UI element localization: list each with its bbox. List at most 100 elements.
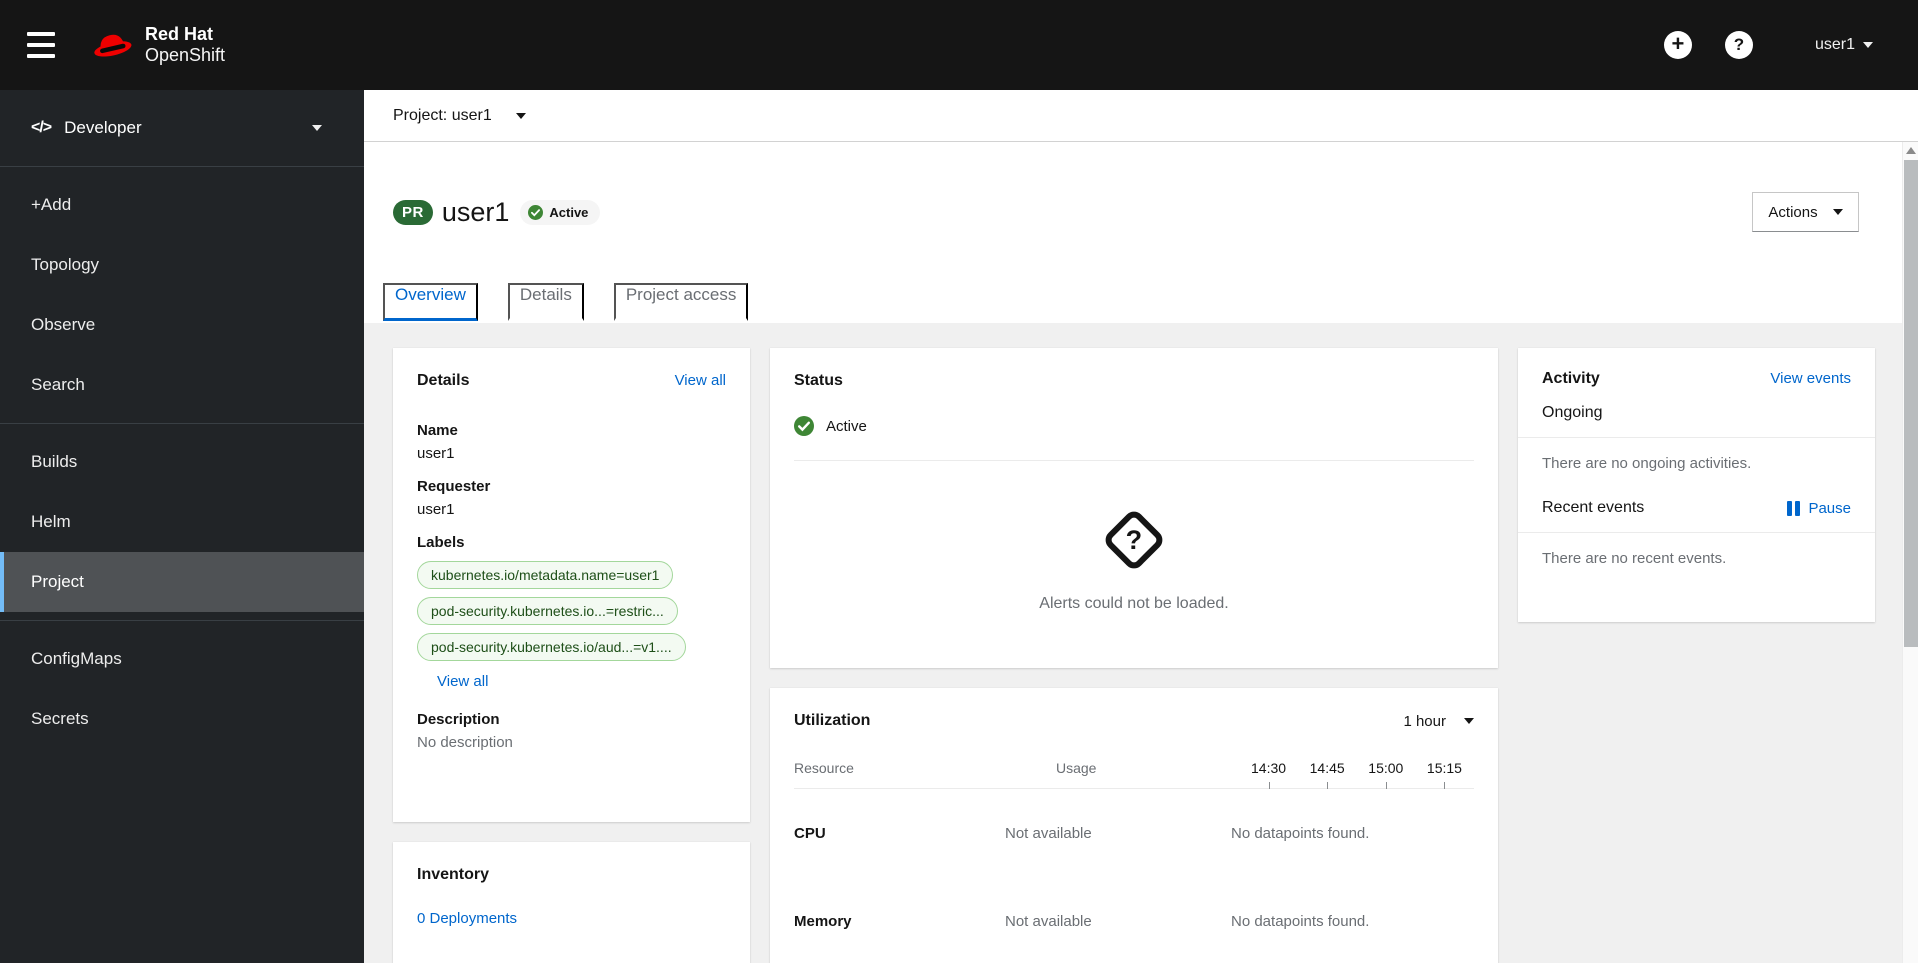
tab-details[interactable]: Details — [507, 283, 584, 321]
resource-chart-message: No datapoints found. — [1231, 912, 1370, 930]
status-card: Status Active ? Alerts could not be load… — [770, 348, 1498, 668]
resource-name: CPU — [794, 824, 826, 842]
activity-card: Activity View events Ongoing There are n… — [1518, 348, 1875, 622]
page-scroll-area: PR user1 Active Actions Overview Details… — [364, 142, 1902, 963]
label-pill[interactable]: kubernetes.io/metadata.name=user1 — [417, 561, 674, 589]
project-badge: PR — [393, 199, 433, 225]
openshift-console: Red Hat OpenShift + ? user1 </> Develope… — [0, 0, 1918, 963]
code-icon: </> — [31, 119, 52, 136]
sidebar-group-1: +Add Topology Observe Search — [0, 167, 364, 423]
ongoing-section-title: Ongoing — [1542, 404, 1603, 421]
middle-column: Status Active ? Alerts could not be load… — [770, 348, 1498, 963]
recent-events-section-title: Recent events — [1542, 499, 1645, 516]
plus-circle-icon: + — [1671, 31, 1685, 56]
project-selector[interactable]: Project: user1 — [393, 107, 526, 125]
resource-name: Memory — [794, 912, 852, 930]
resource-usage: Not available — [1005, 912, 1092, 930]
labels-field-label: Labels — [417, 534, 465, 551]
brand-logo: Red Hat OpenShift — [89, 24, 225, 65]
sidebar-item-observe[interactable]: Observe — [0, 295, 364, 355]
resource-chart-message: No datapoints found. — [1231, 824, 1370, 842]
check-circle-icon — [794, 416, 814, 436]
status-badge-label: Active — [549, 204, 589, 220]
sidebar-item-configmaps[interactable]: ConfigMaps — [0, 629, 364, 689]
overview-content: Details View all Name user1 Requester us… — [364, 323, 1902, 963]
labels-view-all-link[interactable]: View all — [437, 673, 488, 690]
inventory-card-title: Inventory — [417, 866, 490, 883]
pause-events-button[interactable]: Pause — [1787, 500, 1851, 517]
name-field-label: Name — [417, 422, 458, 439]
time-tick-label: 14:30 — [1251, 760, 1287, 789]
alerts-empty-state: ? Alerts could not be loaded. — [770, 461, 1498, 668]
duration-select-value: 1 hour — [1403, 712, 1446, 730]
brand-line1: Red Hat — [145, 24, 214, 45]
sidebar-nav: </> Developer +Add Topology Observe Sear… — [0, 90, 364, 963]
time-tick-label: 14:45 — [1309, 760, 1345, 789]
resource-usage: Not available — [1005, 824, 1092, 842]
redhat-fedora-icon — [94, 34, 132, 57]
details-card: Details View all Name user1 Requester us… — [393, 348, 750, 822]
pause-icon — [1787, 500, 1801, 516]
pause-button-label: Pause — [1808, 499, 1851, 517]
hamburger-icon — [27, 32, 55, 36]
name-field-value: user1 — [417, 445, 455, 462]
chevron-down-icon — [1832, 209, 1843, 215]
chevron-down-icon — [1863, 42, 1873, 48]
help-button[interactable]: ? — [1724, 31, 1753, 59]
tab-overview[interactable]: Overview — [383, 283, 478, 321]
sidebar-item-project[interactable]: Project — [0, 552, 364, 612]
activity-card-title: Activity — [1542, 370, 1600, 387]
sidebar-item-secrets[interactable]: Secrets — [0, 689, 364, 749]
requester-field-value: user1 — [417, 501, 455, 518]
utilization-row-cpu: CPU Not available No datapoints found. — [794, 789, 1474, 877]
create-button[interactable]: + — [1663, 31, 1692, 59]
view-events-link[interactable]: View events — [1770, 370, 1851, 387]
left-column: Details View all Name user1 Requester us… — [393, 348, 750, 963]
sidebar-item-add[interactable]: +Add — [0, 175, 364, 235]
vertical-scrollbar[interactable] — [1902, 142, 1918, 963]
inventory-card: Inventory 0 Deployments — [393, 842, 750, 963]
label-pill[interactable]: pod-security.kubernetes.io...=restric... — [417, 597, 678, 625]
user-menu-button[interactable]: user1 — [1815, 36, 1873, 54]
deployments-count-link[interactable]: 0 Deployments — [417, 910, 517, 927]
title-row: PR user1 Active Actions — [393, 192, 1859, 232]
tab-project-access[interactable]: Project access — [613, 283, 749, 321]
utilization-header-row: Resource Usage 14:30 14:45 15:00 15:15 — [794, 760, 1474, 789]
project-header: PR user1 Active Actions Overview Details… — [364, 142, 1902, 323]
chevron-down-icon — [312, 125, 322, 131]
perspective-switcher[interactable]: </> Developer — [0, 90, 364, 167]
alerts-empty-message: Alerts could not be loaded. — [1039, 594, 1229, 612]
sidebar-item-helm[interactable]: Helm — [0, 492, 364, 552]
scroll-up-arrow-icon[interactable] — [1906, 147, 1916, 154]
label-pill[interactable]: pod-security.kubernetes.io/aud...=v1.... — [417, 633, 686, 661]
scrollbar-thumb[interactable] — [1904, 160, 1918, 647]
question-circle-icon: ? — [1733, 35, 1745, 54]
sidebar-item-topology[interactable]: Topology — [0, 235, 364, 295]
sidebar-item-search[interactable]: Search — [0, 355, 364, 415]
duration-select[interactable]: 1 hour — [1403, 713, 1474, 730]
description-field-label: Description — [417, 711, 500, 728]
ongoing-empty-message: There are no ongoing activities. — [1542, 455, 1752, 472]
utilization-row-memory: Memory Not available No datapoints found… — [794, 877, 1474, 963]
description-field-value: No description — [417, 734, 513, 751]
time-axis: 14:30 14:45 15:00 15:15 — [1229, 760, 1474, 789]
time-tick-label: 15:00 — [1368, 760, 1404, 789]
status-badge: Active — [520, 199, 601, 225]
sidebar-item-builds[interactable]: Builds — [0, 432, 364, 492]
utilization-card-title: Utilization — [794, 712, 871, 729]
tab-bar: Overview Details Project access — [383, 283, 1859, 321]
details-card-title: Details — [417, 372, 470, 389]
page-title: user1 — [441, 196, 510, 227]
sidebar-group-3: ConfigMaps Secrets — [0, 620, 364, 757]
labels-list: kubernetes.io/metadata.name=user1 pod-se… — [417, 561, 726, 661]
brand-line2: OpenShift — [145, 45, 226, 65]
actions-button[interactable]: Actions — [1752, 192, 1859, 232]
chevron-down-icon — [515, 112, 526, 119]
menu-toggle-button[interactable] — [27, 32, 57, 58]
brand-text: Red Hat OpenShift — [145, 24, 225, 65]
details-view-all-link[interactable]: View all — [675, 372, 726, 389]
project-status-text: Active — [826, 417, 867, 435]
status-card-title: Status — [794, 372, 843, 389]
recent-events-empty-message: There are no recent events. — [1542, 550, 1727, 567]
masthead: Red Hat OpenShift + ? user1 — [0, 0, 1918, 90]
